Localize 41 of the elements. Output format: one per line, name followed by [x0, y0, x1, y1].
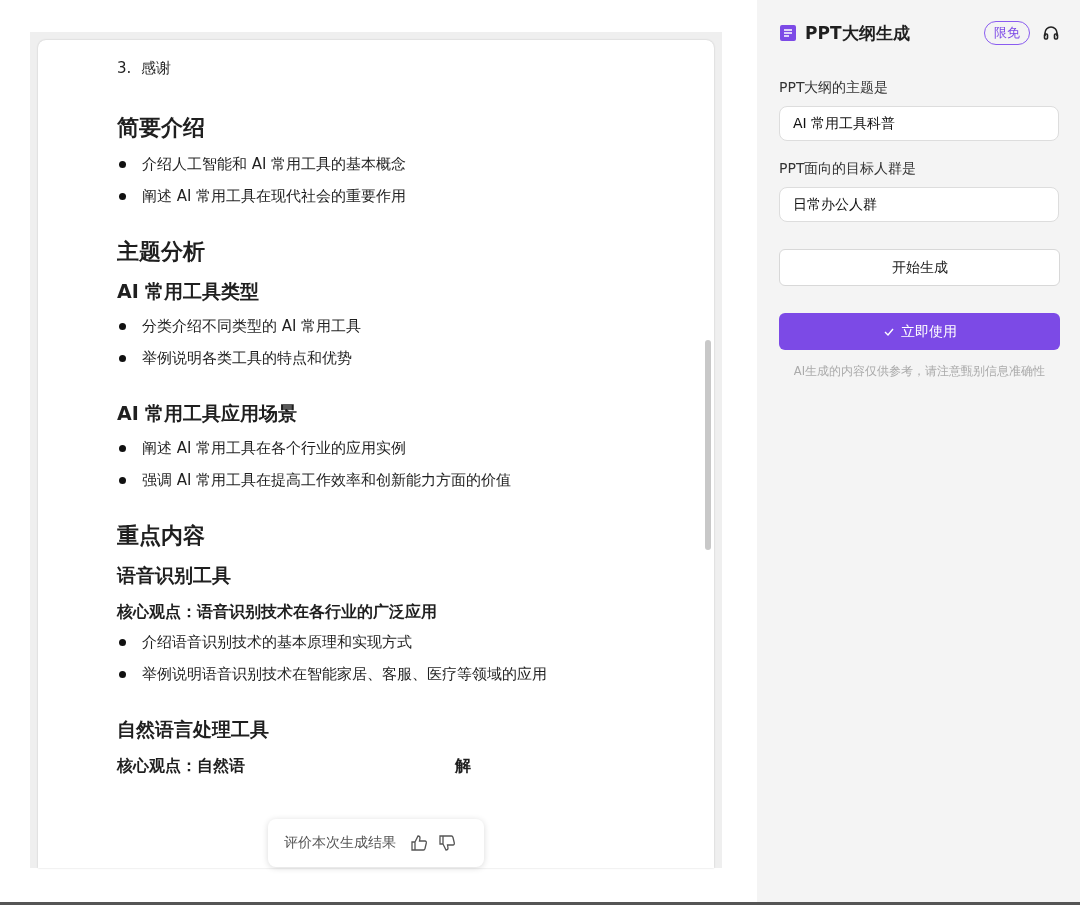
document-icon [779, 24, 797, 42]
list-number: 3. [117, 58, 132, 78]
bullet-dot [119, 160, 126, 168]
generate-button[interactable]: 开始生成 [779, 249, 1060, 286]
bullet-text: 强调 AI 常用工具在提高工作效率和创新能力方面的价值 [142, 470, 512, 490]
disclaimer: AI生成的内容仅供参考，请注意甄别信息准确性 [792, 364, 1047, 379]
key-point: 解 [455, 756, 471, 775]
bullet-text: 阐述 AI 常用工具在各个行业的应用实例 [142, 438, 407, 458]
bullet-dot [119, 354, 126, 362]
field-label: PPT面向的目标人群是 [779, 159, 918, 177]
list-item-text: 感谢 [141, 58, 172, 78]
bullet-dot [119, 444, 126, 452]
bullet-text: 介绍语音识别技术的基本原理和实现方式 [142, 632, 412, 652]
bullet-text: 分类介绍不同类型的 AI 常用工具 [142, 316, 362, 336]
bullet-dot [119, 192, 126, 200]
bullet-text: 介绍人工智能和 AI 常用工具的基本概念 [142, 154, 407, 174]
input-field[interactable]: AI 常用工具科普 [779, 106, 1059, 141]
section-heading: 重点内容 [117, 523, 205, 548]
section-heading: 主题分析 [117, 239, 205, 264]
bullet-dot [119, 638, 126, 646]
bullet-dot [119, 322, 126, 330]
key-point: 核心观点：自然语 [117, 756, 245, 775]
thumbs-up-icon[interactable] [410, 834, 428, 852]
input-field[interactable]: 日常办公人群 [779, 187, 1059, 222]
panel-title: PPT大纲生成 [805, 21, 910, 45]
subsection-heading: 自然语言处理工具 [117, 718, 269, 740]
section-heading: 简要介绍 [117, 115, 205, 140]
feedback-prompt: 评价本次生成结果 [284, 834, 396, 852]
bullet-dot [119, 476, 126, 484]
field-label: PPT大纲的主题是 [779, 78, 890, 96]
subsection-heading: AI 常用工具应用场景 [117, 402, 298, 424]
key-point: 核心观点：语音识别技术在各行业的广泛应用 [117, 602, 437, 621]
bullet-text: 举例说明语音识别技术在智能家居、客服、医疗等领域的应用 [142, 664, 547, 684]
bullet-text: 阐述 AI 常用工具在现代社会的重要作用 [142, 186, 407, 206]
use-now-button[interactable]: 立即使用 [779, 313, 1060, 350]
bullet-dot [119, 670, 126, 678]
bullet-text: 举例说明各类工具的特点和优势 [142, 348, 352, 368]
headset-icon[interactable] [1042, 24, 1060, 42]
subsection-heading: AI 常用工具类型 [117, 280, 260, 302]
subsection-heading: 语音识别工具 [117, 564, 231, 586]
thumbs-down-icon[interactable] [438, 834, 456, 852]
